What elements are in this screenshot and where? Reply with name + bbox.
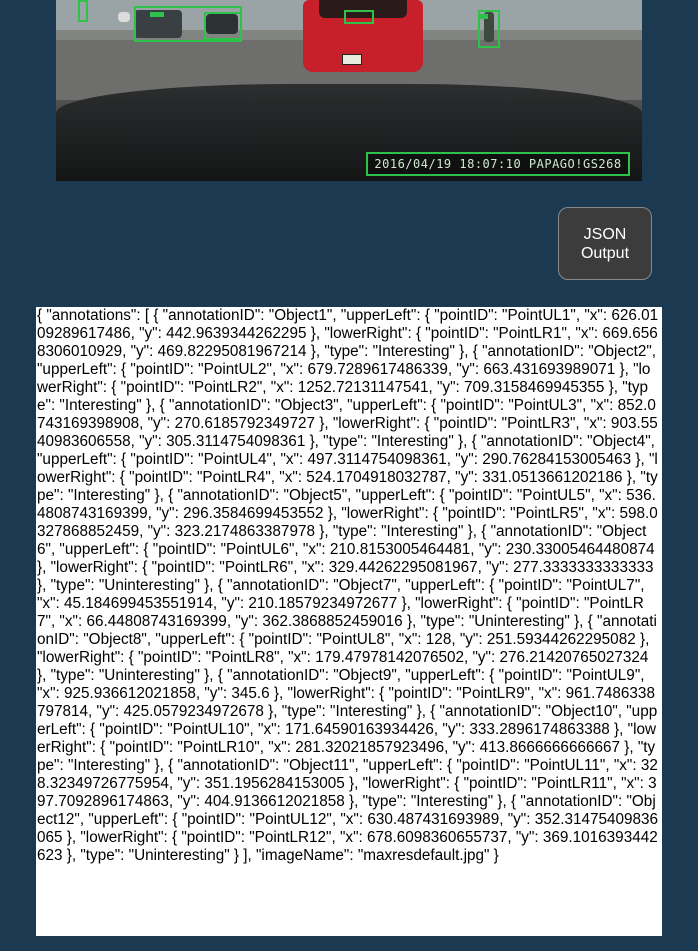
annotated-dashcam-image[interactable]: 2016/04/19 18:07:10 PAPAGO!GS268 <box>56 0 642 181</box>
json-output-button-label: JSON Output <box>580 225 630 262</box>
annotation-box[interactable] <box>344 10 374 24</box>
annotation-box[interactable] <box>204 12 242 40</box>
license-plate <box>342 54 362 65</box>
json-output-text: { "annotations": [ { "annotationID": "Ob… <box>36 307 662 936</box>
json-output-button[interactable]: JSON Output <box>558 207 652 280</box>
annotation-box[interactable] <box>78 0 88 22</box>
annotation-label <box>480 14 488 19</box>
timestamp-overlay: 2016/04/19 18:07:10 PAPAGO!GS268 <box>366 152 630 176</box>
annotation-label <box>150 12 164 17</box>
parked-car <box>118 12 130 22</box>
